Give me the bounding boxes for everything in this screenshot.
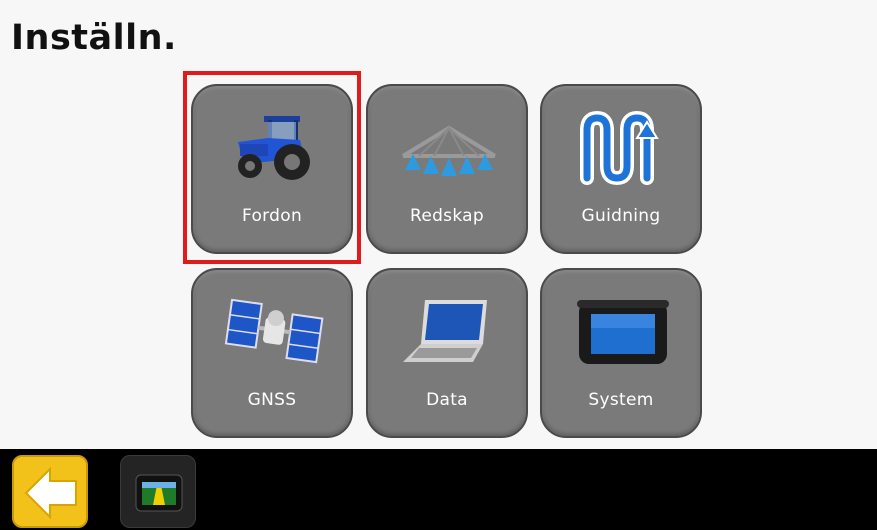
tile-fordon[interactable]: Fordon xyxy=(191,84,353,254)
tile-system[interactable]: System xyxy=(540,268,702,438)
tile-guidning[interactable]: Guidning xyxy=(540,84,702,254)
guidance-screen-button[interactable] xyxy=(120,455,196,528)
tile-label: Fordon xyxy=(241,206,303,226)
page-title: Inställn. xyxy=(11,18,177,58)
tile-label: System xyxy=(588,390,654,410)
tile-label: Redskap xyxy=(409,206,484,226)
tile-label: Data xyxy=(426,390,468,410)
implement-boom-icon xyxy=(401,125,497,176)
display-console-icon xyxy=(577,300,669,364)
tile-label: GNSS xyxy=(247,390,297,410)
satellite-icon xyxy=(224,298,324,364)
tile-data[interactable]: Data xyxy=(366,268,528,438)
tile-gnss[interactable]: GNSS xyxy=(191,268,353,438)
back-button[interactable] xyxy=(12,455,88,528)
laptop-icon xyxy=(403,300,487,362)
guidance-screen-icon xyxy=(135,474,183,512)
tile-redskap[interactable]: Redskap xyxy=(366,84,528,254)
guidance-path-icon xyxy=(580,110,659,186)
back-arrow-icon xyxy=(24,466,77,520)
tractor-icon xyxy=(238,116,310,180)
tile-label: Guidning xyxy=(581,206,661,226)
